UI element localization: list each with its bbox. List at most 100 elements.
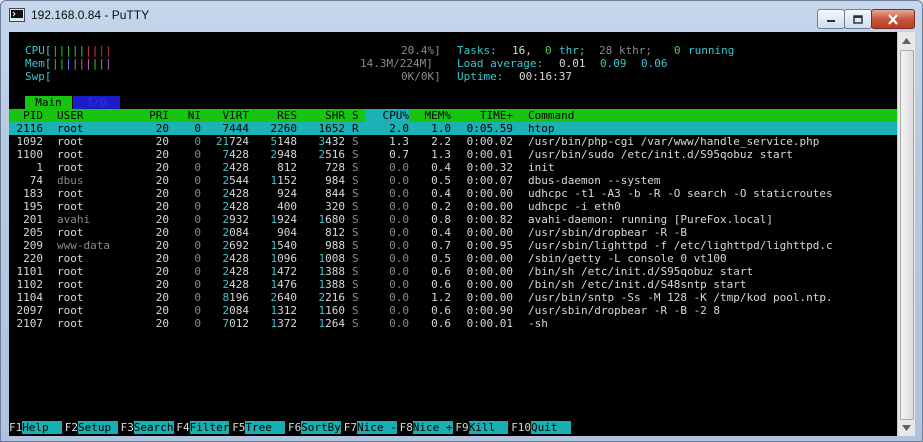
cell-cpu: 2.0 (389, 122, 409, 135)
fkey-f7-button[interactable]: Nice - (357, 421, 397, 434)
process-row[interactable]: 1104 root 20 0 8196 2640 2216 S 0.0 1.2 0:00.00/us… (9, 291, 897, 304)
cell-command: /usr/bin/php-cgi /var/www/handle_service… (528, 135, 820, 148)
col-pri[interactable]: PRI (129, 109, 169, 122)
putty-terminal-icon (9, 8, 25, 22)
process-row[interactable]: 183 root 20 0 2428 924 844 S 0.0 0.4 0:00.00 udhcpc… (9, 187, 897, 200)
cell-state: S (352, 161, 359, 174)
cell-shr: 1160 (318, 304, 346, 317)
cell-mem: 1.2 (431, 291, 451, 304)
process-row[interactable]: 205 root 20 0 2084 904 812 S 0.0 0.4 0:00.00/usr/s… (9, 226, 897, 239)
cell-pri: 20 (155, 187, 169, 200)
uptime-line: Uptime: 00:16:37 (9, 70, 897, 83)
cell-command: udhcpc -i eth0 (528, 200, 621, 213)
col-shr[interactable]: SHR (303, 109, 345, 122)
cell-ni: 0 (194, 122, 201, 135)
cell-cpu: 0.0 (389, 317, 409, 330)
fkey-f6-button[interactable]: SortBy (301, 421, 341, 434)
fkey-f5-button[interactable]: Tree (245, 421, 286, 434)
cell-virt: 2428 (222, 200, 250, 213)
maximize-button[interactable] (844, 9, 872, 29)
fkey-f2-button[interactable]: Setup (78, 421, 118, 434)
process-row[interactable]: 1 root 20 0 2428 812 728 S 0.0 0.4 0:00.32 init (9, 161, 897, 174)
fkey-f1-button[interactable]: Help (22, 421, 62, 434)
cell-shr: 2216 (318, 291, 346, 304)
cell-cpu: 0.0 (389, 278, 409, 291)
cell-ni: 0 (194, 200, 201, 213)
process-row[interactable]: 2107 root 20 0 7012 1372 1264 S 0.0 0.6 0:00.01 -sh (9, 317, 897, 330)
process-row[interactable]: 2116 root 20 0 7444 2260 1652 R 2.0 1.0 0:05.59 hto… (9, 122, 897, 135)
cell-virt: 2428 (222, 265, 250, 278)
cell-shr: 988 (325, 239, 345, 252)
process-row[interactable]: 1102 root 20 0 2428 1476 1388 S 0.0 0.6 0:00.00/bi… (9, 278, 897, 291)
cell-state: S (352, 252, 359, 265)
col-ni[interactable]: NI (175, 109, 201, 122)
terminal-area[interactable]: CPU[ ||||||||| 20.4%] Mem[ ||||||||| 14.… (9, 32, 897, 436)
cell-command: /usr/sbin/dropbear -R -B (528, 226, 687, 239)
col-pid[interactable]: PID (9, 109, 43, 122)
cell-command: /bin/sh /etc/init.d/S48sntp start (528, 278, 747, 291)
col-command[interactable]: Command (528, 109, 574, 122)
cell-user: root (57, 317, 84, 330)
tab-main[interactable]: Main (25, 96, 72, 109)
cell-mem: 1.3 (431, 148, 451, 161)
scroll-up-button[interactable] (898, 32, 915, 49)
process-row[interactable]: 201 avahi 20 0 2932 1924 1680 S 0.0 0.8 0:00.82 ava… (9, 213, 897, 226)
tab-io[interactable]: I/O (73, 96, 120, 109)
cell-cpu: 1.3 (389, 135, 409, 148)
scroll-thumb[interactable] (900, 50, 914, 420)
cell-pri: 20 (155, 265, 169, 278)
col-virt[interactable]: VIRT (207, 109, 250, 122)
col-mem[interactable]: MEM% (413, 109, 452, 122)
process-row[interactable]: 195 root 20 0 2428 400 320 S 0.0 0.2 0:00.00 udhcpc… (9, 200, 897, 213)
col-cpu[interactable]: CPU% (365, 109, 409, 122)
col-user[interactable]: USER (57, 109, 84, 122)
process-row[interactable]: 2097 root 20 0 2084 1312 1160 S 0.0 0.6 0:00.90/us… (9, 304, 897, 317)
cell-pid: 209 (23, 239, 43, 252)
col-res[interactable]: RES (255, 109, 297, 122)
cell-shr: 812 (325, 226, 345, 239)
cell-pid: 1 (36, 161, 43, 174)
cell-user: root (57, 135, 84, 148)
scroll-down-button[interactable] (898, 419, 915, 436)
cell-cpu: 0.0 (389, 161, 409, 174)
cell-ni: 0 (194, 148, 201, 161)
col-s[interactable]: S (352, 109, 359, 122)
cell-shr: 2516 (318, 148, 346, 161)
fkey-f3-button[interactable]: Search (133, 421, 174, 434)
putty-window: 192.168.0.84 - PuTTY CPU[ ||||||||| 20.4… (0, 0, 923, 442)
fkey-f4-button[interactable]: Filter (189, 421, 230, 434)
fkey-f9-button[interactable]: Kill (468, 421, 509, 434)
cell-pri: 20 (155, 278, 169, 291)
cell-shr: 320 (325, 200, 345, 213)
process-row[interactable]: 1092 root 20 0 21724 5148 3432 S 1.3 2.2 0:00.02/u… (9, 135, 897, 148)
cell-ni: 0 (194, 304, 201, 317)
close-button[interactable] (871, 9, 915, 29)
process-row[interactable]: 220 root 20 0 2428 1096 1008 S 0.0 0.5 0:00.00/sbi… (9, 252, 897, 265)
title-bar[interactable]: 192.168.0.84 - PuTTY (1, 1, 922, 31)
cell-state: S (352, 265, 359, 278)
cell-cpu: 0.0 (389, 200, 409, 213)
cell-pid: 2097 (16, 304, 44, 317)
vertical-scrollbar[interactable] (897, 32, 915, 436)
cell-shr: 984 (325, 174, 345, 187)
process-row[interactable]: 209 www-data 20 0 2692 1540 988 S 0.0 0.7 0:00.95 /… (9, 239, 897, 252)
fkey-f8-button[interactable]: Nice + (412, 421, 453, 434)
cell-time: 0:05.59 (466, 122, 513, 135)
cell-pri: 20 (155, 213, 169, 226)
cell-command: /usr/bin/sntp -Ss -M 128 -K /tmp/kod poo… (528, 291, 833, 304)
fkey-f10-button[interactable]: Quit (531, 421, 571, 434)
process-row[interactable]: 1100 root 20 0 7428 2948 2516 S 0.7 1.3 0:00.01/us… (9, 148, 897, 161)
fkey-f9-key: F9 (455, 421, 469, 434)
cell-command: /sbin/getty -L console 0 vt100 (528, 252, 727, 265)
cell-command: init (528, 161, 555, 174)
process-row[interactable]: 74 dbus 20 0 2544 1152 984 S 0.0 0.5 0:00.07 dbus-d… (9, 174, 897, 187)
col-time[interactable]: TIME+ (459, 109, 513, 122)
cell-time: 0:00.95 (466, 239, 513, 252)
cell-virt: 2084 (222, 304, 250, 317)
uptime-value: 00:16:37 (519, 70, 572, 83)
cell-pri: 20 (155, 304, 169, 317)
process-row[interactable]: 1101 root 20 0 2428 1472 1388 S 0.0 0.6 0:00.00/bi… (9, 265, 897, 278)
minimize-button[interactable] (817, 9, 845, 29)
cell-pri: 20 (155, 200, 169, 213)
cell-user: root (57, 278, 84, 291)
